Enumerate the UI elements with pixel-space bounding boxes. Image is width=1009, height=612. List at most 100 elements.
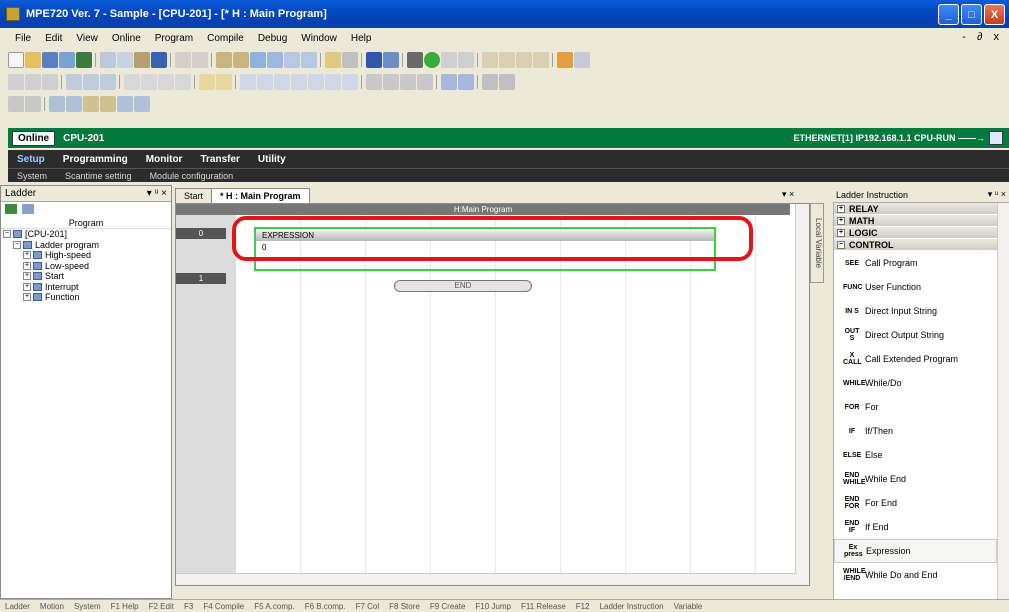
tab-setup[interactable]: Setup — [8, 154, 54, 165]
tool-t-icon[interactable] — [100, 96, 116, 112]
tool-r-icon[interactable] — [66, 96, 82, 112]
ladder-f-icon[interactable] — [100, 74, 116, 90]
ladder-e-icon[interactable] — [83, 74, 99, 90]
func-b-icon[interactable] — [458, 74, 474, 90]
instruction-direct-output-string[interactable]: OUT S Direct Output String — [834, 323, 997, 347]
minimize-button[interactable]: _ — [938, 4, 959, 25]
fkey-f3[interactable]: F3 — [179, 602, 198, 611]
coil-b-icon[interactable] — [216, 74, 232, 90]
paste-icon[interactable] — [134, 52, 150, 68]
panel-tool-icon[interactable] — [5, 204, 17, 214]
menu-help[interactable]: Help — [344, 33, 379, 44]
tool-u-icon[interactable] — [117, 96, 133, 112]
instruction-scrollbar[interactable] — [997, 203, 1009, 599]
copy-icon[interactable] — [117, 52, 133, 68]
fkey-a-comp[interactable]: F5 A.comp. — [249, 602, 299, 611]
tool-l-icon[interactable] — [533, 52, 549, 68]
tab-monitor[interactable]: Monitor — [137, 154, 192, 165]
doc-close-button[interactable]: ▾ × — [782, 189, 794, 200]
editor-vertical-scrollbar[interactable] — [795, 204, 809, 585]
fkey-col[interactable]: F7 Col — [351, 602, 385, 611]
replace-icon[interactable] — [233, 52, 249, 68]
compare-j-icon[interactable] — [400, 74, 416, 90]
tab-programming[interactable]: Programming — [54, 154, 137, 165]
instruction-else[interactable]: ELSE Else — [834, 443, 997, 467]
fkey-release[interactable]: F11 Release — [516, 602, 571, 611]
menu-program[interactable]: Program — [148, 33, 200, 44]
instruction-expression[interactable]: Ex press Expression — [834, 539, 997, 563]
tool-e-icon[interactable] — [325, 52, 341, 68]
tool-p-icon[interactable] — [25, 96, 41, 112]
instruction-while-do[interactable]: WHILE While/Do — [834, 371, 997, 395]
status-tab-variable[interactable]: Variable — [669, 602, 708, 611]
rung-number-1[interactable]: 1 — [176, 273, 226, 284]
tool-b-icon[interactable] — [267, 52, 283, 68]
properties-icon[interactable] — [76, 52, 92, 68]
tool-c-icon[interactable] — [284, 52, 300, 68]
instruction-if-then[interactable]: IF If/Then — [834, 419, 997, 443]
tab-utility[interactable]: Utility — [249, 154, 295, 165]
compare-a-icon[interactable] — [240, 74, 256, 90]
online-button[interactable]: Online — [12, 130, 56, 146]
category-math[interactable]: + MATH — [834, 215, 997, 227]
func-d-icon[interactable] — [499, 74, 515, 90]
instruction-call-program[interactable]: SEE Call Program — [834, 251, 997, 275]
ladder-panel-pin[interactable]: ▾ ᵘ × — [147, 188, 167, 199]
connection-icon[interactable] — [989, 131, 1003, 145]
tree-node-high-speed[interactable]: + High-speed — [3, 250, 171, 261]
tool-v-icon[interactable] — [134, 96, 150, 112]
instruction-while-end[interactable]: END WHILE While End — [834, 467, 997, 491]
rung-number-0[interactable]: 0 — [176, 228, 226, 239]
close-button[interactable]: X — [984, 4, 1005, 25]
fkey-f12[interactable]: F12 — [571, 602, 595, 611]
instruction-for-end[interactable]: END FOR For End — [834, 491, 997, 515]
redo-icon[interactable] — [192, 52, 208, 68]
tool-o-icon[interactable] — [8, 96, 24, 112]
status-tab-ladder[interactable]: Ladder — [0, 602, 35, 611]
category-logic[interactable]: + LOGIC — [834, 227, 997, 239]
ladder-d-icon[interactable] — [66, 74, 82, 90]
expression-block[interactable]: EXPRESSION 0 — [254, 227, 716, 271]
tree-node-interrupt[interactable]: + Interrupt — [3, 282, 171, 293]
compare-k-icon[interactable] — [417, 74, 433, 90]
fkey-compile[interactable]: F4 Compile — [198, 602, 249, 611]
contact-p-icon[interactable] — [158, 74, 174, 90]
compare-d-icon[interactable] — [291, 74, 307, 90]
category-control[interactable]: − CONTROL — [834, 239, 997, 251]
save-all-icon[interactable] — [59, 52, 75, 68]
tree-node-ladder-program[interactable]: − Ladder program — [3, 240, 171, 251]
local-variable-tab[interactable]: Local Variable — [810, 203, 824, 283]
fkey-b-comp[interactable]: F6 B.comp. — [300, 602, 351, 611]
tool-n-icon[interactable] — [574, 52, 590, 68]
instruction-while-do-end[interactable]: WHILE /END While Do and End — [834, 563, 997, 587]
tool-i-icon[interactable] — [482, 52, 498, 68]
ladder-b-icon[interactable] — [25, 74, 41, 90]
expression-body[interactable]: 0 — [262, 243, 266, 252]
compare-i-icon[interactable] — [383, 74, 399, 90]
tool-a-icon[interactable] — [250, 52, 266, 68]
fkey-jump[interactable]: F10 Jump — [470, 602, 516, 611]
new-icon[interactable] — [8, 52, 24, 68]
tab-transfer[interactable]: Transfer — [191, 154, 248, 165]
panel-filter-icon[interactable] — [21, 204, 34, 214]
menu-window[interactable]: Window — [294, 33, 344, 44]
instruction-if-end[interactable]: END IF If End — [834, 515, 997, 539]
status-tab-system[interactable]: System — [69, 602, 106, 611]
tool-k-icon[interactable] — [516, 52, 532, 68]
tool-g-icon[interactable] — [383, 52, 399, 68]
save-icon[interactable] — [42, 52, 58, 68]
end-instruction[interactable]: END — [394, 280, 532, 292]
fkey-edit[interactable]: F2 Edit — [144, 602, 179, 611]
fkey-store[interactable]: F8 Store — [384, 602, 425, 611]
compare-g-icon[interactable] — [342, 74, 358, 90]
ladder-instruction-pin[interactable]: ▾ ᵘ × — [988, 189, 1006, 200]
ladder-editor[interactable]: H:Main Program 0 1 EXPRESSION 0 END — [175, 203, 810, 586]
monitor-icon[interactable] — [366, 52, 382, 68]
status-tab-ladder-instruction[interactable]: Ladder Instruction — [595, 602, 669, 611]
cut-icon[interactable] — [100, 52, 116, 68]
open-icon[interactable] — [25, 52, 41, 68]
compare-h-icon[interactable] — [366, 74, 382, 90]
editor-horizontal-scrollbar[interactable] — [176, 573, 797, 585]
tool-d-icon[interactable] — [301, 52, 317, 68]
compare-c-icon[interactable] — [274, 74, 290, 90]
